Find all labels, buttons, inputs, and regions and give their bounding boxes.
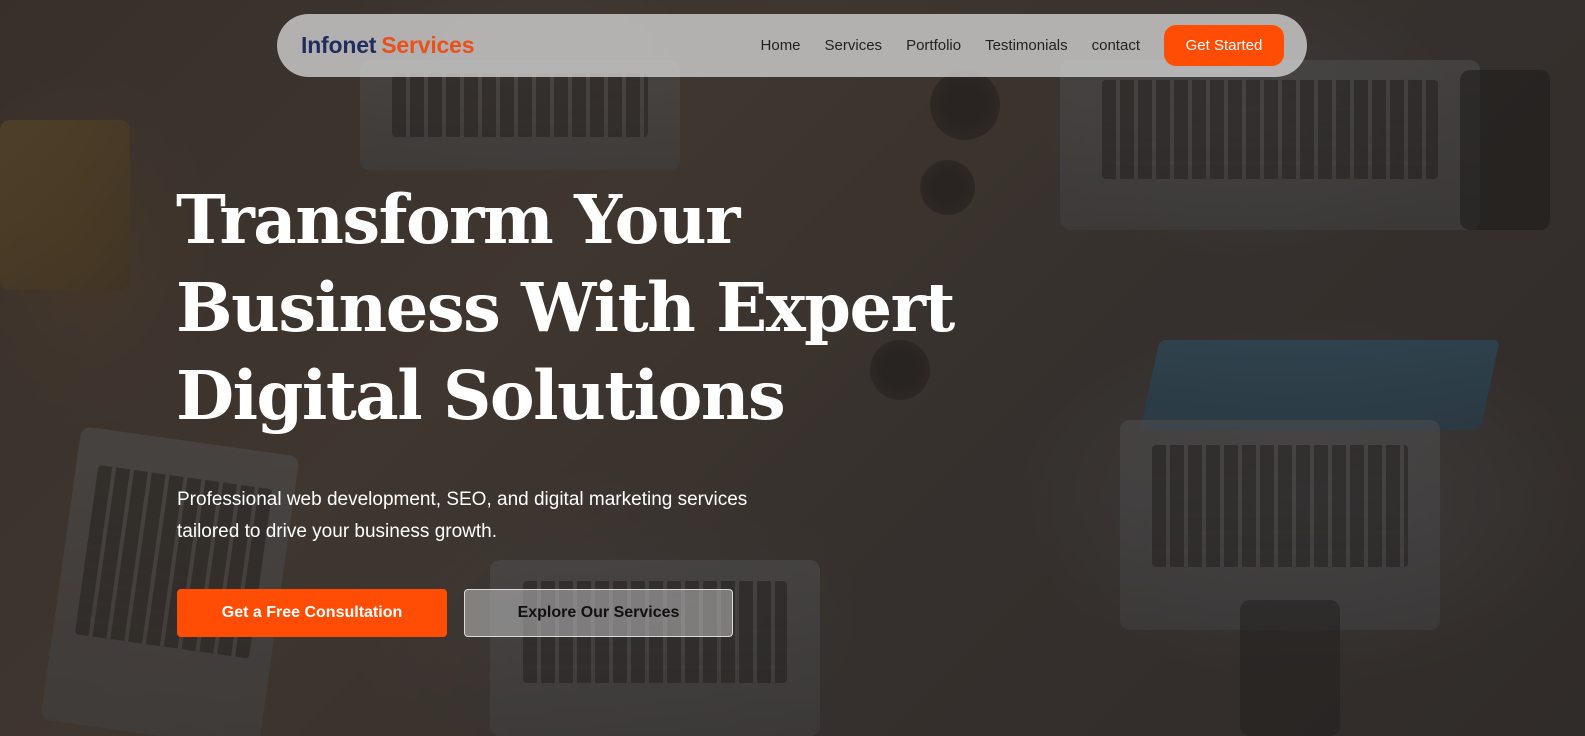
free-consultation-button[interactable]: Get a Free Consultation [177, 589, 447, 637]
hero-subtitle: Professional web development, SEO, and d… [177, 484, 877, 548]
nav-link-services[interactable]: Services [825, 37, 883, 54]
logo-text-secondary: Services [381, 32, 475, 58]
hero-title-line: Digital Solutions [176, 356, 786, 435]
hero-title-line: Transform Your [176, 180, 740, 259]
top-navbar: Infonet Services Home Services Portfolio… [277, 14, 1307, 77]
logo-text-primary: Infonet [301, 32, 377, 58]
hero-title: Transform Your Business With Expert Digi… [176, 176, 1036, 440]
hero-subtitle-line: tailored to drive your business growth. [177, 521, 497, 542]
hero-subtitle-line: Professional web development, SEO, and d… [177, 489, 748, 510]
get-started-button[interactable]: Get Started [1164, 25, 1284, 66]
nav-links: Home Services Portfolio Testimonials con… [761, 25, 1284, 66]
hero-button-row: Get a Free Consultation Explore Our Serv… [177, 589, 733, 637]
nav-link-home[interactable]: Home [761, 37, 801, 54]
hero-title-line: Business With Expert [176, 268, 955, 347]
brand-logo[interactable]: Infonet Services [301, 32, 474, 59]
nav-link-portfolio[interactable]: Portfolio [906, 37, 961, 54]
explore-services-button[interactable]: Explore Our Services [464, 589, 733, 637]
nav-link-testimonials[interactable]: Testimonials [985, 37, 1068, 54]
nav-link-contact[interactable]: contact [1092, 37, 1140, 54]
